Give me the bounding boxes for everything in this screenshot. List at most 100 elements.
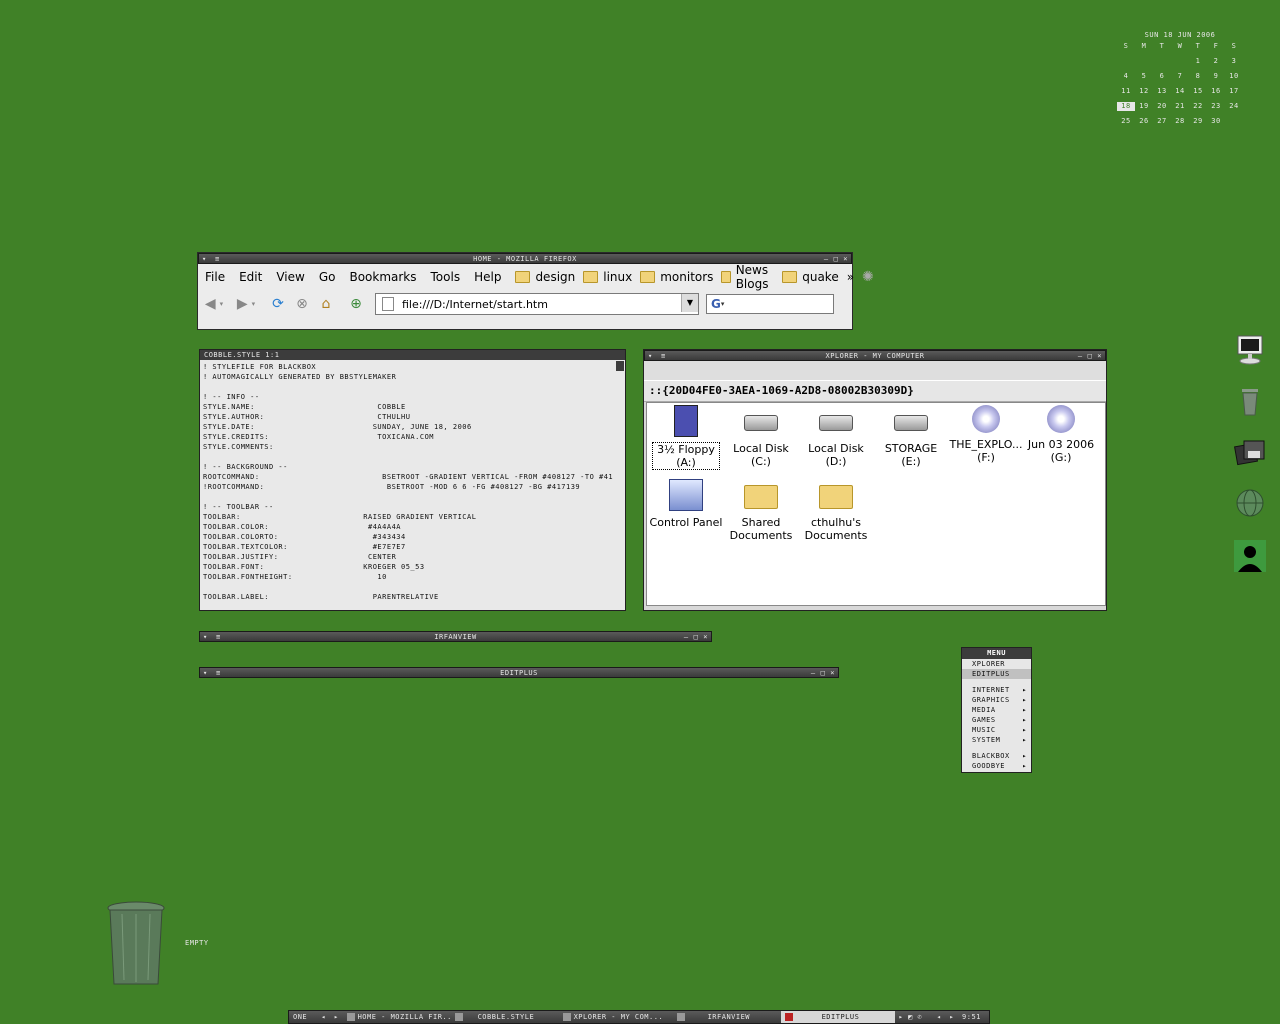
maximize-icon[interactable]: □	[694, 633, 699, 641]
bookmark-quake[interactable]: quake	[782, 270, 839, 284]
maximize-icon[interactable]: □	[821, 669, 826, 677]
editor-scrollbar[interactable]	[616, 361, 624, 371]
recycle-bin-icon[interactable]	[1234, 385, 1266, 417]
bookmark-design[interactable]: design	[515, 270, 575, 284]
reload-button[interactable]: ⟳	[267, 294, 289, 314]
menu-item[interactable]: Goodbye ▸	[962, 761, 1031, 771]
task-xplorer[interactable]: xplorer - My Com...	[559, 1011, 673, 1023]
drive-item[interactable]: Local Disk (D:)	[799, 405, 873, 468]
editor-line: toolbar.font: kroeger 05_53	[203, 563, 425, 571]
drive-item[interactable]: THE_EXPLO... (F:)	[949, 405, 1023, 464]
forward-button[interactable]: ▶ ▾	[235, 294, 257, 314]
submenu-arrow-icon: ▸	[1022, 716, 1027, 724]
trash-label: empty	[185, 939, 209, 947]
irfanview-window[interactable]: ▾ ≡ IrfanView – □ ×	[199, 631, 712, 642]
item-label-line: cthulhu's	[810, 516, 862, 529]
floppy-stack-icon[interactable]	[1234, 435, 1266, 467]
drive-item[interactable]: STORAGE (E:)	[874, 405, 948, 468]
menu-item[interactable]: EditPlus	[962, 669, 1031, 679]
close-icon[interactable]: ×	[1097, 352, 1102, 360]
control-panel-icon	[669, 479, 703, 511]
network-globe-icon[interactable]	[1234, 487, 1266, 519]
menu-item[interactable]: Xplorer	[962, 659, 1031, 669]
search-box[interactable]: G ▾	[706, 294, 834, 314]
menu-item[interactable]: System ▸	[962, 735, 1031, 745]
menu-title: Menu	[962, 648, 1031, 659]
new-tab-button[interactable]: ⊕	[345, 294, 367, 314]
item-label-line: (A:)	[676, 456, 696, 469]
task-cobble-style[interactable]: cobble.style	[451, 1011, 559, 1023]
menu-item[interactable]: Media ▸	[962, 705, 1031, 715]
drive-item[interactable]: Control Panel	[649, 479, 723, 529]
editor-text-area[interactable]: ! stylefile for blackbox ! automagically …	[200, 360, 625, 602]
bookmark-linux[interactable]: linux	[583, 270, 632, 284]
editor-icon	[454, 1013, 463, 1021]
task-editplus[interactable]: EditPlus	[780, 1011, 895, 1023]
menu-go[interactable]: Go	[319, 270, 336, 284]
editor-header: cobble.style 1:1	[200, 350, 625, 360]
trash-can-icon[interactable]	[106, 900, 166, 988]
xplorer-titlebar[interactable]: ▾ ≡ xplorer - My Computer – □ ×	[644, 350, 1106, 361]
maximize-icon[interactable]: □	[1088, 352, 1093, 360]
calendar-day: 3	[1231, 57, 1237, 65]
close-icon[interactable]: ×	[703, 633, 708, 641]
minimize-icon[interactable]: –	[684, 633, 689, 641]
bookmark-monitors[interactable]: monitors	[640, 270, 713, 284]
menu-item[interactable]: Games ▸	[962, 715, 1031, 725]
drive-item[interactable]: cthulhu's Documents	[799, 479, 873, 542]
menu-item[interactable]: Graphics ▸	[962, 695, 1031, 705]
minimize-icon[interactable]: –	[811, 669, 816, 677]
folder-icon	[721, 271, 731, 283]
item-label-line: (F:)	[977, 451, 995, 464]
stop-button[interactable]: ⊗	[291, 294, 313, 314]
editor-line: style.credits: toxicana.com	[203, 433, 435, 441]
maximize-icon[interactable]: □	[834, 255, 839, 263]
next-workspace-icon[interactable]: ▸	[330, 1011, 343, 1023]
prev-window-icon[interactable]: ◂	[933, 1011, 946, 1023]
my-computer-icon[interactable]	[1234, 334, 1266, 366]
menu-item[interactable]: Music ▸	[962, 725, 1031, 735]
menu-item[interactable]: Internet ▸	[962, 685, 1031, 695]
menu-item-label: Goodbye	[972, 762, 1006, 770]
firefox-titlebar[interactable]: ▾ ≡ Home - Mozilla Firefox – □ ×	[198, 253, 852, 264]
user-avatar-icon[interactable]	[1234, 540, 1266, 572]
menu-file[interactable]: File	[205, 270, 225, 284]
task-firefox[interactable]: Home - Mozilla Fir...	[343, 1011, 451, 1023]
menu-item-label: Media	[972, 706, 996, 714]
xplorer-address[interactable]: ::{20D04FE0-3AEA-1069-A2D8-08002B30309D}	[644, 380, 1106, 402]
prev-workspace-icon[interactable]: ◂	[317, 1011, 330, 1023]
task-irfanview[interactable]: IrfanView	[673, 1011, 781, 1023]
calendar-day	[1225, 117, 1243, 126]
menu-help[interactable]: Help	[474, 270, 501, 284]
back-button[interactable]: ◀ ▾	[203, 294, 225, 314]
calendar-day: 29	[1193, 117, 1203, 125]
url-dropdown-icon[interactable]: ▼	[681, 294, 698, 312]
calendar-day	[1153, 57, 1171, 66]
systray[interactable]: ▸ ◩ ✆	[895, 1011, 933, 1023]
minimize-icon[interactable]: –	[824, 255, 829, 263]
bookmarks-overflow-button[interactable]: »	[847, 270, 854, 284]
drive-item[interactable]: Jun 03 2006 (G:)	[1024, 405, 1098, 464]
menu-item[interactable]: Blackbox ▸	[962, 751, 1031, 761]
editplus-window[interactable]: ▾ ≡ EditPlus – □ ×	[199, 667, 839, 678]
close-icon[interactable]: ×	[830, 669, 835, 677]
menu-view[interactable]: View	[276, 270, 304, 284]
menu-bookmarks[interactable]: Bookmarks	[349, 270, 416, 284]
drive-item[interactable]: Shared Documents	[724, 479, 798, 542]
minimize-icon[interactable]: –	[1078, 352, 1083, 360]
home-button[interactable]: ⌂	[315, 294, 337, 314]
editor-line: style.name: cobble	[203, 403, 406, 411]
item-label: cthulhu's Documents	[799, 516, 873, 542]
menu-edit[interactable]: Edit	[239, 270, 262, 284]
task-label: xplorer - My Com...	[573, 1013, 664, 1021]
item-label: Control Panel	[649, 516, 723, 529]
drive-item[interactable]: Local Disk (C:)	[724, 405, 798, 468]
drive-item[interactable]: 3½ Floppy (A:)	[649, 405, 723, 470]
editor-line: toolbar: raised gradient vertical	[203, 513, 477, 521]
url-bar[interactable]: file:///D:/Internet/start.htm ▼	[375, 293, 699, 315]
next-window-icon[interactable]: ▸	[945, 1011, 958, 1023]
bookmark-news-blogs[interactable]: News Blogs	[721, 263, 774, 291]
menu-tools[interactable]: Tools	[431, 270, 461, 284]
close-icon[interactable]: ×	[843, 255, 848, 263]
